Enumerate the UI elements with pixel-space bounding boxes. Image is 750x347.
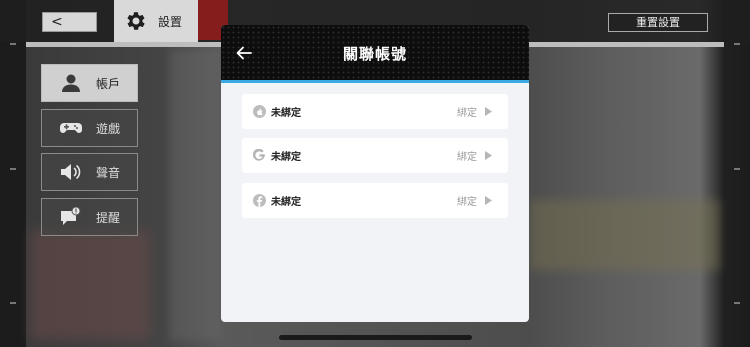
link-status: 未綁定 [271,152,301,163]
link-status: 未綁定 [271,197,301,208]
sidebar-item-game[interactable]: 遊戲 [41,109,138,147]
bind-button[interactable]: 綁定 [457,193,477,208]
home-indicator[interactable] [279,335,472,340]
dialog-title: 關聯帳號 [342,45,407,63]
speaker-icon [61,164,81,180]
gear-icon [127,12,145,30]
notification-icon [61,207,81,225]
link-row-google[interactable]: 未綁定 綁定 [242,138,508,173]
back-button[interactable]: < [42,12,97,32]
settings-title: 設置 [158,14,183,29]
chevron-right-icon [485,107,492,116]
sidebar-item-account[interactable]: 帳戶 [41,64,138,102]
dialog-header: 關聯帳號 [221,25,529,83]
settings-tab[interactable]: 設置 [114,0,198,42]
sidebar-item-label: 聲音 [96,165,121,180]
reset-settings-button[interactable]: 重置設置 [608,13,708,32]
linked-accounts-dialog: 關聯帳號 未綁定 綁定 未綁定 綁定 未綁定 綁定 [221,25,529,322]
bind-button[interactable]: 綁定 [457,104,477,119]
link-row-apple[interactable]: 未綁定 綁定 [242,94,508,129]
sidebar-item-label: 帳戶 [96,76,121,91]
link-status: 未綁定 [271,108,301,119]
sidebar-item-reminder[interactable]: 提醒 [41,198,138,236]
sidebar-item-label: 提醒 [96,210,121,225]
person-icon [62,74,80,92]
gamepad-icon [60,123,82,133]
sidebar-item-label: 遊戲 [96,121,121,136]
chevron-right-icon [485,151,492,160]
chevron-right-icon [485,196,492,205]
facebook-icon [253,194,266,207]
bind-button[interactable]: 綁定 [457,148,477,163]
apple-icon [253,105,266,118]
sidebar-item-sound[interactable]: 聲音 [41,153,138,191]
google-icon [253,149,265,161]
link-row-facebook[interactable]: 未綁定 綁定 [242,183,508,218]
